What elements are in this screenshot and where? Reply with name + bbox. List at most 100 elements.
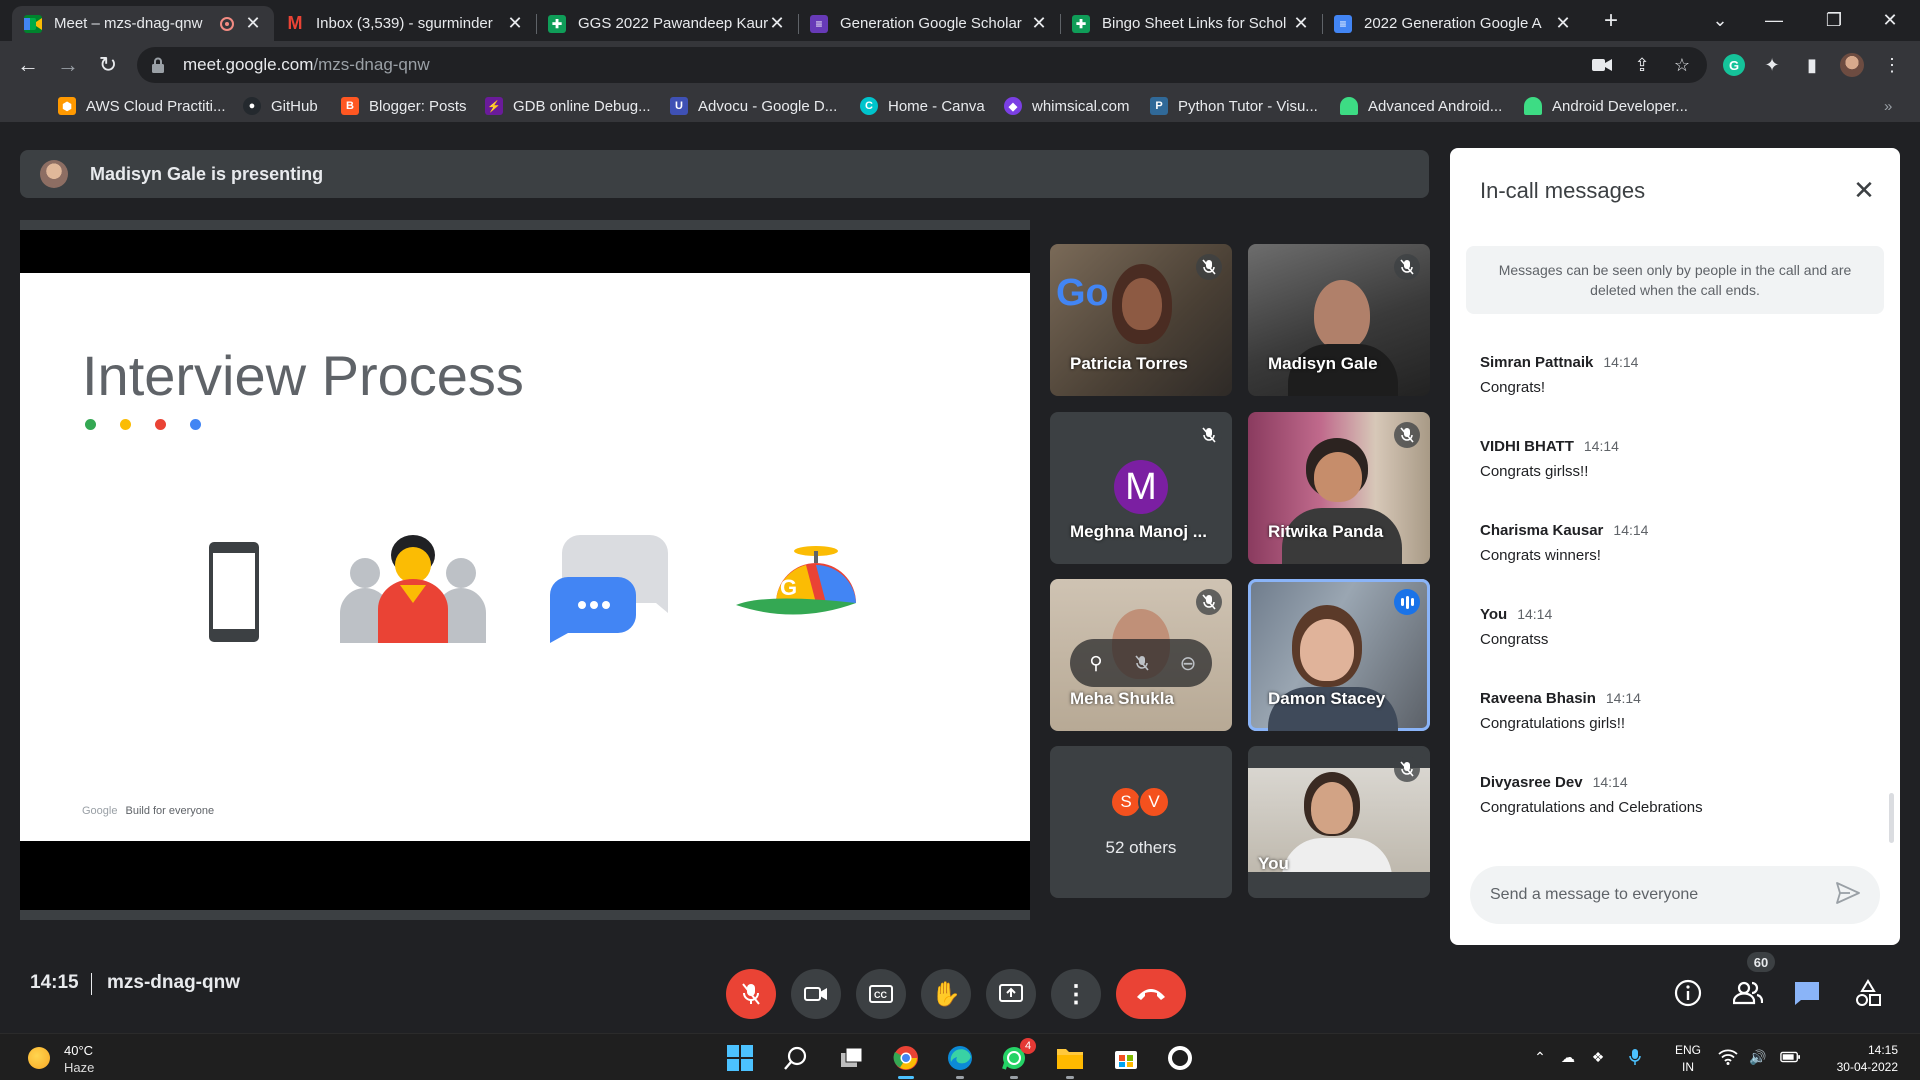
present-screen-button[interactable]	[986, 969, 1036, 1019]
taskbar-clock-time[interactable]: 14:15	[1818, 1043, 1898, 1057]
bookmark-github[interactable]: ● GitHub	[243, 96, 318, 116]
shared-screen[interactable]: Interview Process G Google Build for eve…	[20, 220, 1030, 920]
reload-icon[interactable]: ↻	[92, 49, 124, 81]
bookmark-advanced-android[interactable]: Advanced Android...	[1340, 96, 1502, 116]
chat-panel-title: In-call messages	[1480, 178, 1646, 203]
remove-participant-icon[interactable]: ⊖	[1174, 649, 1202, 677]
participant-name: You	[1258, 854, 1289, 873]
participant-tile-ritwika[interactable]: Ritwika Panda	[1248, 412, 1430, 564]
tab-search-icon[interactable]: ⌄	[1696, 0, 1744, 40]
microsoft-store-icon[interactable]	[1110, 1042, 1142, 1074]
chrome-menu-icon[interactable]: ⋮	[1880, 53, 1904, 77]
send-message-icon[interactable]	[1836, 881, 1860, 909]
bookmark-android-developer[interactable]: Android Developer...	[1524, 96, 1688, 116]
tab-docs-gen[interactable]: ≡ 2022 Generation Google A ✕	[1322, 6, 1584, 41]
people-icon[interactable]	[1728, 973, 1768, 1013]
weather-sun-icon[interactable]	[28, 1047, 50, 1069]
participant-name: Meha Shukla	[1070, 689, 1174, 708]
tab-gmail[interactable]: M Inbox (3,539) - sgurminder ✕	[274, 6, 536, 41]
bookmark-gdb[interactable]: ⚡ GDB online Debug...	[485, 96, 651, 116]
chat-message: Simran Pattnaik 14:14 Congrats!	[1480, 354, 1870, 396]
extensions-icon[interactable]: ✦	[1760, 53, 1784, 77]
chat-icon[interactable]	[1787, 973, 1827, 1013]
new-tab-button[interactable]: +	[1596, 6, 1626, 36]
bookmark-blogger[interactable]: B Blogger: Posts	[341, 96, 467, 116]
mute-participant-icon[interactable]	[1128, 649, 1156, 677]
participant-tile-damon[interactable]: Damon Stacey	[1248, 579, 1430, 731]
participant-tile-meghna[interactable]: M Meghna Manoj ...	[1050, 412, 1232, 564]
leave-call-button[interactable]	[1116, 969, 1186, 1019]
chat-input-box[interactable]	[1470, 866, 1880, 924]
participant-tile-patricia[interactable]: Go Patricia Torres	[1050, 244, 1232, 396]
hand-icon: ✋	[931, 980, 961, 1008]
tab-sheets-bingo[interactable]: ✚ Bingo Sheet Links for Schol ✕	[1060, 6, 1322, 41]
more-options-button[interactable]: ⋮	[1051, 969, 1101, 1019]
github-desktop-icon[interactable]	[1164, 1042, 1196, 1074]
participant-tile-you[interactable]: You	[1248, 746, 1430, 898]
dropbox-icon[interactable]: ❖	[1588, 1047, 1608, 1067]
message-sender: Charisma Kausar	[1480, 522, 1604, 539]
task-view-icon[interactable]	[836, 1042, 868, 1074]
side-panel-icon[interactable]: ▮	[1800, 53, 1824, 77]
participant-tile-others[interactable]: S V 52 others	[1050, 746, 1232, 898]
activities-icon[interactable]	[1848, 973, 1888, 1013]
battery-icon[interactable]	[1780, 1047, 1800, 1067]
pin-icon[interactable]: ⚲	[1082, 649, 1110, 677]
input-language[interactable]: ENG	[1672, 1043, 1704, 1057]
svg-text:G: G	[780, 575, 797, 600]
wifi-icon[interactable]	[1718, 1047, 1738, 1067]
participant-tile-madisyn[interactable]: Madisyn Gale	[1248, 244, 1430, 396]
back-icon[interactable]: ←	[12, 49, 44, 81]
microphone-tray-icon[interactable]	[1625, 1047, 1645, 1067]
onedrive-icon[interactable]: ☁	[1558, 1047, 1578, 1067]
bookmarks-overflow-button[interactable]: »	[1884, 96, 1892, 116]
tab-close-icon[interactable]: ✕	[506, 13, 524, 34]
windows-start-icon[interactable]	[724, 1042, 756, 1074]
bookmark-star-icon[interactable]: ☆	[1670, 53, 1694, 77]
bookmark-label: Python Tutor - Visu...	[1178, 97, 1318, 115]
tab-sheets-ggs[interactable]: ✚ GGS 2022 Pawandeep Kaur ✕	[536, 6, 798, 41]
bookmark-advocu[interactable]: U Advocu - Google D...	[670, 96, 837, 116]
bookmark-canva[interactable]: C Home - Canva	[860, 96, 985, 116]
file-explorer-icon[interactable]	[1054, 1042, 1086, 1079]
search-icon[interactable]	[780, 1042, 812, 1074]
tab-forms-scholar[interactable]: ≡ Generation Google Scholar ✕	[798, 6, 1060, 41]
chrome-taskbar-icon[interactable]	[890, 1042, 922, 1079]
meet-control-bar: 14:15 mzs-dnag-qnw CC ✋ ⋮ 60	[0, 940, 1920, 1033]
meeting-details-icon[interactable]	[1668, 973, 1708, 1013]
close-window-icon[interactable]: ✕	[1866, 0, 1914, 40]
minimize-icon[interactable]: —	[1750, 0, 1798, 40]
chat-message-input[interactable]	[1490, 886, 1836, 904]
whatsapp-taskbar-icon[interactable]: 4	[998, 1038, 1036, 1079]
microphone-toggle-button[interactable]	[726, 969, 776, 1019]
show-hidden-icons-icon[interactable]: ⌃	[1530, 1047, 1550, 1067]
participant-name: Madisyn Gale	[1268, 354, 1378, 373]
tab-meet[interactable]: Meet – mzs-dnag-qnw ✕	[12, 6, 274, 41]
forward-icon[interactable]: →	[52, 49, 84, 81]
bookmark-aws[interactable]: ⬢ AWS Cloud Practiti...	[58, 96, 225, 116]
more-vert-icon: ⋮	[1064, 980, 1088, 1008]
taskbar-clock-date[interactable]: 30-04-2022	[1818, 1060, 1898, 1074]
grammarly-icon[interactable]: G	[1722, 53, 1746, 77]
camera-in-use-icon[interactable]	[1590, 53, 1614, 77]
close-chat-button[interactable]: ✕	[1848, 174, 1880, 206]
edge-taskbar-icon[interactable]	[944, 1042, 976, 1079]
tab-close-icon[interactable]: ✕	[244, 13, 262, 34]
raise-hand-button[interactable]: ✋	[921, 969, 971, 1019]
address-bar[interactable]: meet.google.com/mzs-dnag-qnw	[137, 47, 1707, 83]
bookmark-whimsical[interactable]: ◆ whimsical.com	[1004, 96, 1130, 116]
tab-close-icon[interactable]: ✕	[1030, 13, 1048, 34]
participant-tile-meha[interactable]: ⚲ ⊖ Meha Shukla	[1050, 579, 1232, 731]
restore-icon[interactable]: ❐	[1810, 0, 1858, 40]
camera-toggle-button[interactable]	[791, 969, 841, 1019]
volume-icon[interactable]: 🔊	[1748, 1047, 1768, 1067]
profile-avatar[interactable]	[1840, 53, 1864, 77]
tab-close-icon[interactable]: ✕	[1292, 13, 1310, 34]
chat-scrollbar[interactable]	[1889, 793, 1894, 843]
tab-close-icon[interactable]: ✕	[1554, 13, 1572, 34]
share-icon[interactable]: ⇪	[1630, 53, 1654, 77]
bookmark-python-tutor[interactable]: P Python Tutor - Visu...	[1150, 96, 1318, 116]
captions-button[interactable]: CC	[856, 969, 906, 1019]
input-region[interactable]: IN	[1672, 1060, 1704, 1074]
tab-close-icon[interactable]: ✕	[768, 13, 786, 34]
